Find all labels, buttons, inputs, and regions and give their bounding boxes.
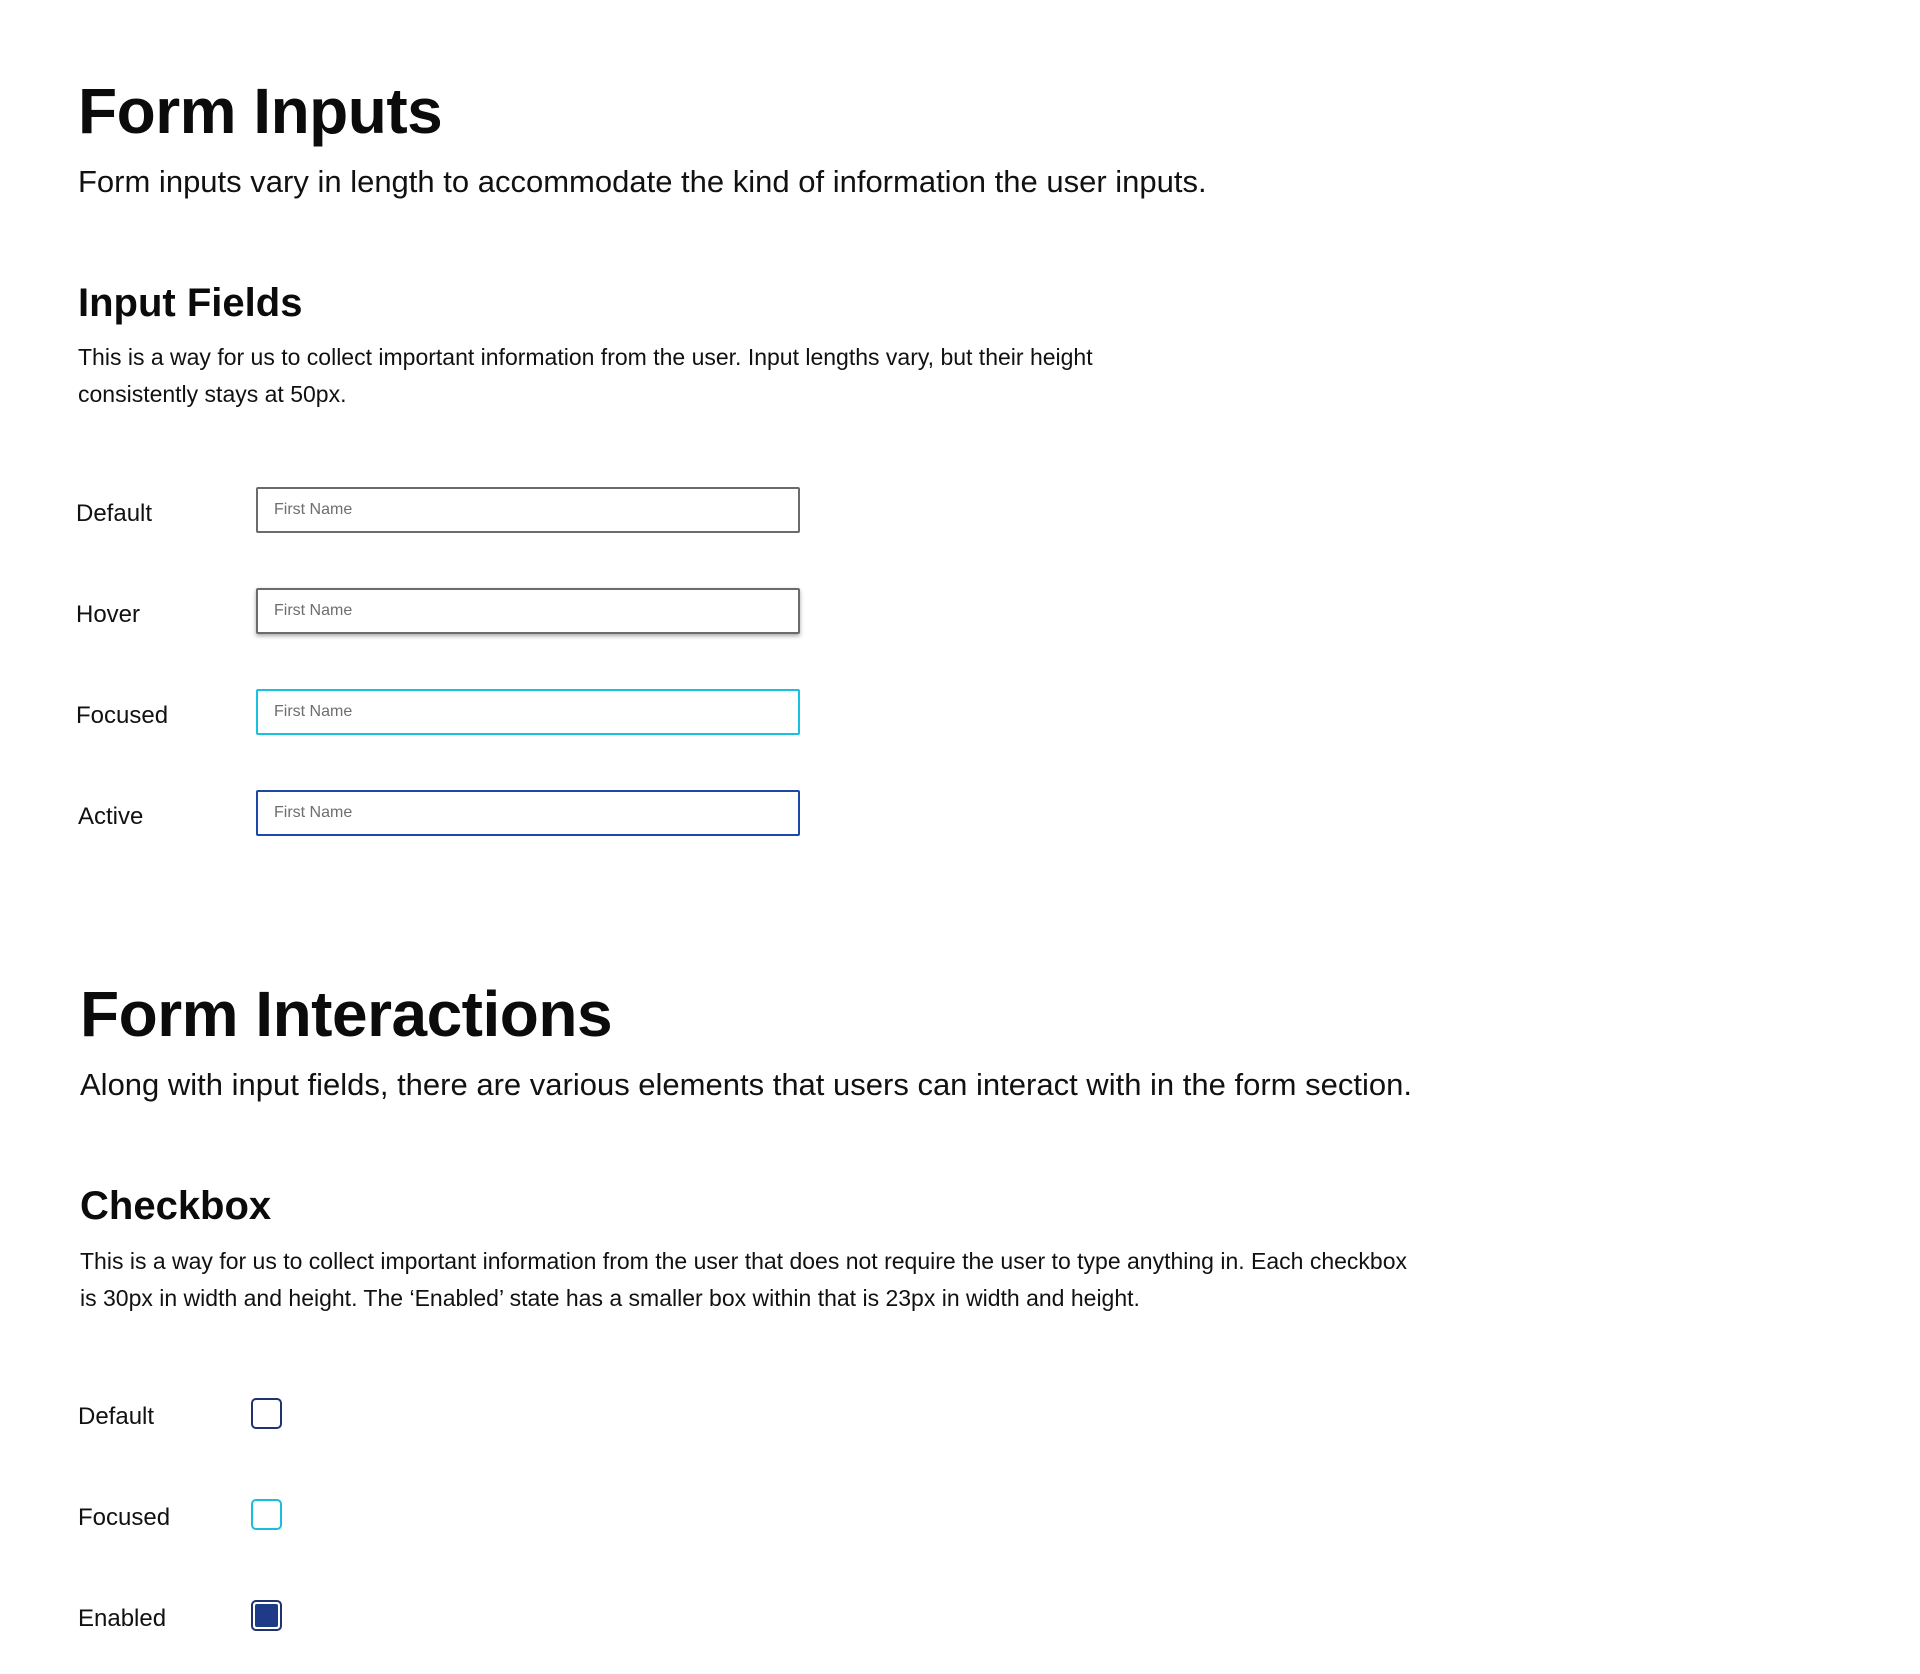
input-row-label-default: Default xyxy=(76,500,153,527)
input-row-label-active: Active xyxy=(78,803,144,830)
input-fields-description-line1: This is a way for us to collect importan… xyxy=(78,344,1093,370)
checkbox-description-line2: is 30px in width and height. The ‘Enable… xyxy=(80,1285,1140,1311)
input-fields-description-line2: consistently stays at 50px. xyxy=(78,381,347,407)
checkbox-row-label-focused: Focused xyxy=(78,1504,171,1531)
first-name-input-hover[interactable] xyxy=(256,588,800,634)
checkbox-checked-fill xyxy=(255,1604,278,1627)
first-name-input-default[interactable] xyxy=(256,487,800,533)
form-interactions-lead: Along with input fields, there are vario… xyxy=(80,1067,1412,1102)
checkbox-focused[interactable] xyxy=(251,1499,282,1530)
input-row-label-focused: Focused xyxy=(76,702,169,729)
input-fields-title: Input Fields xyxy=(78,281,303,325)
form-inputs-title: Form Inputs xyxy=(78,75,443,147)
checkbox-description-line1: This is a way for us to collect importan… xyxy=(80,1248,1408,1274)
checkbox-title: Checkbox xyxy=(80,1184,272,1228)
checkbox-default[interactable] xyxy=(251,1398,282,1429)
input-row-label-hover: Hover xyxy=(76,601,141,628)
first-name-input-active[interactable] xyxy=(256,790,800,836)
form-interactions-title: Form Interactions xyxy=(80,978,613,1050)
first-name-input-focused[interactable] xyxy=(256,689,800,735)
checkbox-row-label-default: Default xyxy=(78,1403,155,1430)
page: Form Inputs Form inputs vary in length t… xyxy=(0,0,1920,1674)
form-inputs-lead: Form inputs vary in length to accommodat… xyxy=(78,164,1207,199)
checkbox-row-label-enabled: Enabled xyxy=(78,1605,167,1632)
checkbox-enabled[interactable] xyxy=(251,1600,282,1631)
